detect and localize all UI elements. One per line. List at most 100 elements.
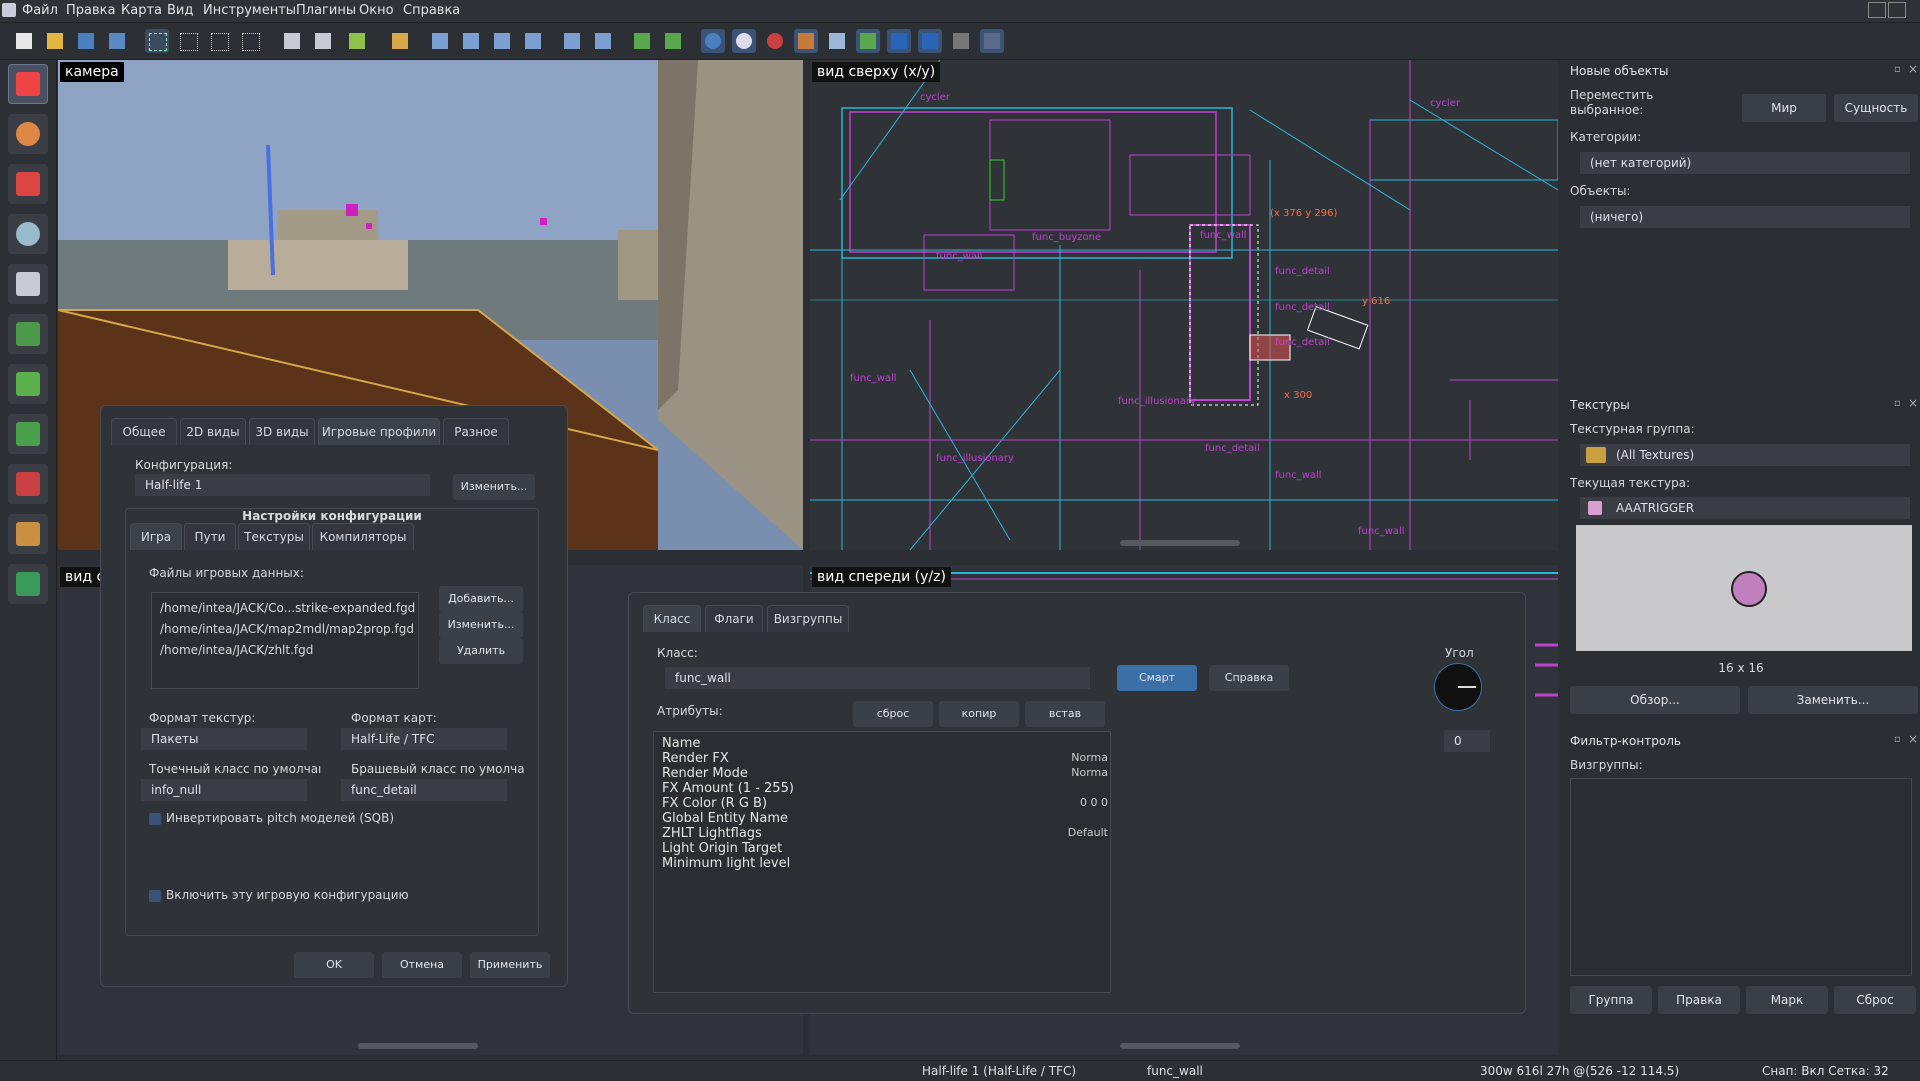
apply-texture-button[interactable] — [8, 364, 48, 404]
subtab-compilers[interactable]: Компиляторы — [312, 523, 414, 550]
side-viewport-scrollbar[interactable] — [358, 1043, 478, 1049]
menu-window[interactable]: Окно — [359, 3, 394, 18]
menu-edit[interactable]: Правка — [66, 3, 115, 18]
attr-name[interactable]: Minimum light level — [662, 856, 790, 871]
list-item[interactable]: /home/intea/JACK/zhlt.fgd — [160, 643, 313, 657]
list-item[interactable]: /home/intea/JACK/Co...strike-expanded.fg… — [160, 601, 415, 615]
gamedata-list[interactable]: /home/intea/JACK/Co...strike-expanded.fg… — [151, 592, 419, 689]
enable-profile-checkbox[interactable] — [149, 890, 161, 902]
window-maximize-icon[interactable] — [1888, 2, 1906, 18]
tool-a-button[interactable] — [856, 29, 880, 53]
tab-game-profiles[interactable]: Игровые профили — [318, 418, 440, 445]
save-as-button[interactable] — [105, 29, 129, 53]
attr-name[interactable]: Global Entity Name — [662, 811, 788, 826]
dock-float-icon[interactable]: ▫ — [1894, 64, 1901, 75]
cancel-button[interactable]: Отмена — [382, 952, 462, 978]
dock-close-icon[interactable]: × — [1908, 732, 1918, 746]
ungroup-button[interactable] — [311, 29, 335, 53]
menu-help[interactable]: Справка — [403, 3, 460, 18]
texture-lock-button[interactable] — [388, 29, 412, 53]
texture-format-select[interactable]: Пакеты — [141, 728, 307, 750]
tab-visgroups[interactable]: Визгруппы — [767, 605, 849, 632]
hollow-button[interactable] — [661, 29, 685, 53]
browse-textures-button[interactable]: Обзор... — [1570, 686, 1740, 714]
screenshot-button[interactable] — [825, 29, 849, 53]
invert-pitch-checkbox[interactable] — [149, 813, 161, 825]
texture-group-select[interactable]: (All Textures) — [1580, 444, 1910, 466]
front-viewport-scrollbar[interactable] — [1120, 1043, 1240, 1049]
flip-v-button[interactable] — [591, 29, 615, 53]
save-button[interactable] — [74, 29, 98, 53]
paste-attributes-button[interactable]: встав — [1025, 701, 1105, 727]
tool-c-button[interactable] — [918, 29, 942, 53]
render-textured-button[interactable] — [732, 29, 756, 53]
tab-misc[interactable]: Разное — [443, 418, 509, 445]
ok-button[interactable]: OK — [294, 952, 374, 978]
grid-smaller-button[interactable] — [207, 29, 231, 53]
new-file-button[interactable] — [12, 29, 36, 53]
world-button[interactable]: Мир — [1742, 94, 1826, 122]
menu-map[interactable]: Карта — [121, 3, 162, 18]
decal-tool-button[interactable] — [8, 414, 48, 454]
angle-input[interactable]: 0 — [1444, 730, 1490, 752]
top-viewport-scrollbar[interactable] — [1120, 540, 1240, 546]
clip-tool-button[interactable] — [8, 464, 48, 504]
smart-edit-button[interactable]: Смарт — [1117, 665, 1197, 691]
angle-dial[interactable] — [1434, 663, 1482, 711]
attr-name[interactable]: ZHLT Lightflags — [662, 826, 762, 841]
path-tool-button[interactable] — [8, 564, 48, 604]
carve-button[interactable] — [630, 29, 654, 53]
block-tool-button[interactable] — [8, 264, 48, 304]
map-format-select[interactable]: Half-Life / TFC — [341, 728, 507, 750]
tab-general[interactable]: Общее — [111, 418, 177, 445]
categories-select[interactable]: (нет категорий) — [1580, 152, 1910, 174]
tool-b-button[interactable] — [887, 29, 911, 53]
render-mode-button[interactable] — [701, 29, 725, 53]
current-texture-select[interactable]: AAATRIGGER — [1580, 497, 1910, 519]
attributes-table[interactable]: Name Render FX Norma Render Mode Norma F… — [653, 731, 1111, 993]
grid-toggle-button[interactable] — [145, 29, 169, 53]
dock-close-icon[interactable]: × — [1908, 62, 1918, 76]
open-file-button[interactable] — [43, 29, 67, 53]
copy-attributes-button[interactable]: копир — [939, 701, 1019, 727]
grid-snap-button[interactable] — [176, 29, 200, 53]
group-button[interactable] — [280, 29, 304, 53]
subtab-game[interactable]: Игра — [130, 523, 182, 550]
config-change-button[interactable]: Изменить... — [453, 474, 535, 500]
visgroup-reset-button[interactable]: Сброс — [1834, 986, 1916, 1014]
help-button[interactable]: Справка — [1209, 665, 1289, 691]
delete-gamedata-button[interactable]: Удалить — [439, 638, 523, 664]
replace-textures-button[interactable]: Заменить... — [1748, 686, 1918, 714]
selection-tool-button[interactable] — [8, 64, 48, 104]
attr-value[interactable]: Default — [1068, 826, 1108, 839]
class-select[interactable]: func_wall — [665, 667, 1090, 689]
tab-flags[interactable]: Флаги — [705, 605, 763, 632]
run-map-button[interactable] — [794, 29, 818, 53]
align-left-button[interactable] — [428, 29, 452, 53]
hide-button[interactable] — [345, 29, 369, 53]
menu-tools[interactable]: Инструменты — [203, 3, 296, 18]
attr-value[interactable]: Norma — [1071, 766, 1108, 779]
subtab-textures[interactable]: Текстуры — [238, 523, 310, 550]
tool-e-button[interactable] — [980, 29, 1004, 53]
visgroup-edit-button[interactable]: Правка — [1658, 986, 1740, 1014]
objects-select[interactable]: (ничего) — [1580, 206, 1910, 228]
list-item[interactable]: /home/intea/JACK/map2mdl/map2prop.fgd — [160, 622, 414, 636]
attr-value[interactable]: Norma — [1071, 751, 1108, 764]
tab-class[interactable]: Класс — [643, 605, 701, 632]
tool-d-button[interactable] — [949, 29, 973, 53]
texture-tool-button[interactable] — [8, 314, 48, 354]
apply-button[interactable]: Применить — [470, 952, 550, 978]
align-bottom-button[interactable] — [521, 29, 545, 53]
align-top-button[interactable] — [490, 29, 514, 53]
attr-name[interactable]: Light Origin Target — [662, 841, 782, 856]
camera-tool-button[interactable] — [8, 164, 48, 204]
visgroup-group-button[interactable]: Группа — [1570, 986, 1652, 1014]
visgroups-list[interactable] — [1570, 778, 1912, 976]
entity-report-button[interactable] — [763, 29, 787, 53]
add-gamedata-button[interactable]: Добавить... — [439, 586, 523, 612]
config-select[interactable]: Half-life 1 — [135, 474, 430, 496]
dock-close-icon[interactable]: × — [1908, 396, 1918, 410]
attr-name[interactable]: FX Color (R G B) — [662, 796, 767, 811]
flip-h-button[interactable] — [560, 29, 584, 53]
